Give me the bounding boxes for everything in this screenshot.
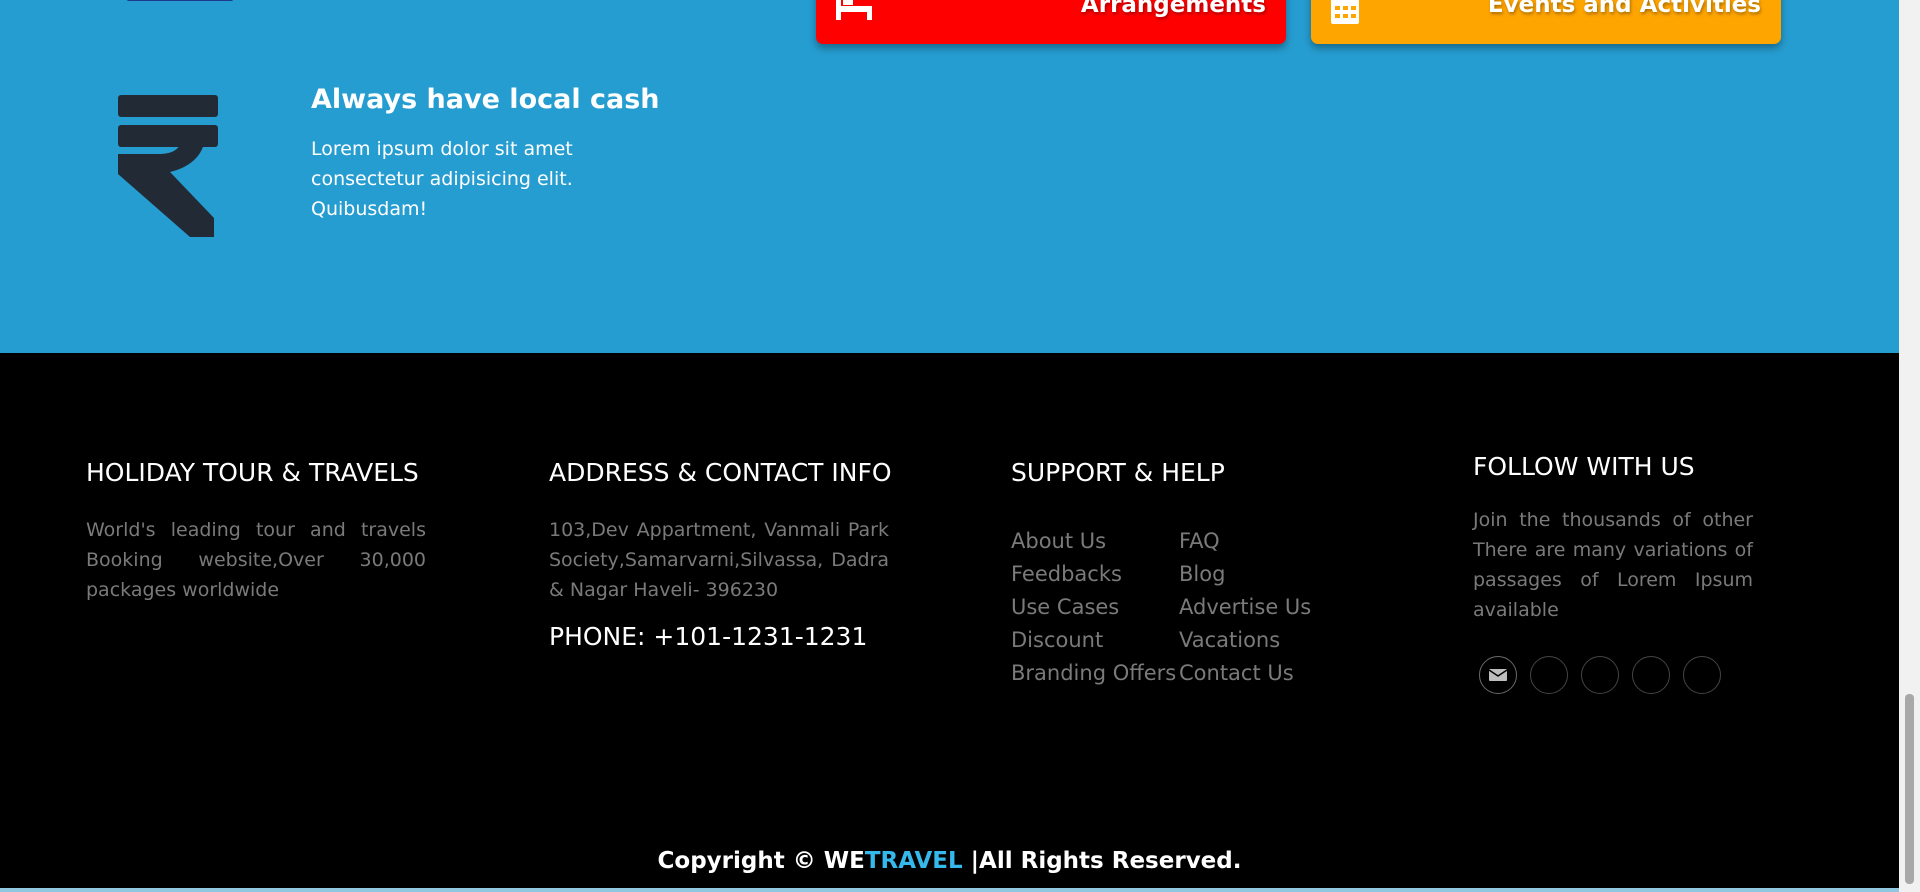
social-icon-2[interactable] [1530,656,1568,694]
footer-about: HOLIDAY TOUR & TRAVELS World's leading t… [86,458,426,605]
social-icon-5[interactable] [1683,656,1721,694]
arrangements-button[interactable]: Arrangements [816,0,1286,44]
link-blog[interactable]: Blog [1179,558,1311,591]
link-discount[interactable]: Discount [1011,624,1176,657]
brand-travel: TRAVEL [864,848,963,874]
social-icon-4[interactable] [1632,656,1670,694]
scrollbar-thumb[interactable] [1905,694,1914,884]
features-band: Always have local cash Lorem ipsum dolor… [0,0,1899,353]
arrangements-label: Arrangements [1080,0,1266,18]
link-advertise-us[interactable]: Advertise Us [1179,591,1311,624]
address-text: 103,Dev Appartment, Vanmali Park Society… [549,519,889,601]
link-faq[interactable]: FAQ [1179,525,1311,558]
copyright: Copyright © WETRAVEL |All Rights Reserve… [0,848,1899,874]
support-links-right: FAQ Blog Advertise Us Vacations Contact … [1179,525,1311,690]
social-icon-3[interactable] [1581,656,1619,694]
footer-follow: FOLLOW WITH US Join the thousands of oth… [1473,452,1753,625]
link-about-us[interactable]: About Us [1011,525,1176,558]
feature-text: Lorem ipsum dolor sit amet consectetur a… [311,138,573,220]
link-use-cases[interactable]: Use Cases [1011,591,1176,624]
about-text: World's leading tour and travels Booking… [86,519,426,601]
follow-title: FOLLOW WITH US [1473,452,1695,481]
brand-we: WE [823,848,865,874]
link-branding-offers[interactable]: Branding Offers [1011,657,1176,690]
events-activities-button[interactable]: Events and Activities [1311,0,1781,44]
rupee-icon [108,88,238,248]
envelope-icon[interactable] [1479,656,1517,694]
copyright-prefix: Copyright © [657,848,824,874]
link-vacations[interactable]: Vacations [1179,624,1311,657]
social-links [1479,656,1721,694]
about-title: HOLIDAY TOUR & TRAVELS [86,458,419,487]
support-links-left: About Us Feedbacks Use Cases Discount Br… [1011,525,1176,690]
events-activities-label: Events and Activities [1487,0,1761,18]
calendar-icon [1329,0,1361,29]
vertical-scrollbar[interactable] [1899,0,1920,892]
footer-support-title-wrap: SUPPORT & HELP [1011,458,1225,487]
copyright-suffix: |All Rights Reserved. [962,848,1242,874]
feature-title: Always have local cash [311,84,660,115]
phone-number: PHONE: +101-1231-1231 [549,622,868,651]
support-title: SUPPORT & HELP [1011,458,1225,487]
contact-title: ADDRESS & CONTACT INFO [549,458,892,487]
follow-text: Join the thousands of other There are ma… [1473,509,1753,621]
partial-feature-icon [126,0,234,1]
link-contact-us[interactable]: Contact Us [1179,657,1311,690]
bottom-divider [0,888,1899,892]
bed-icon [834,0,874,25]
footer-contact: ADDRESS & CONTACT INFO 103,Dev Appartmen… [549,458,892,651]
link-feedbacks[interactable]: Feedbacks [1011,558,1176,591]
